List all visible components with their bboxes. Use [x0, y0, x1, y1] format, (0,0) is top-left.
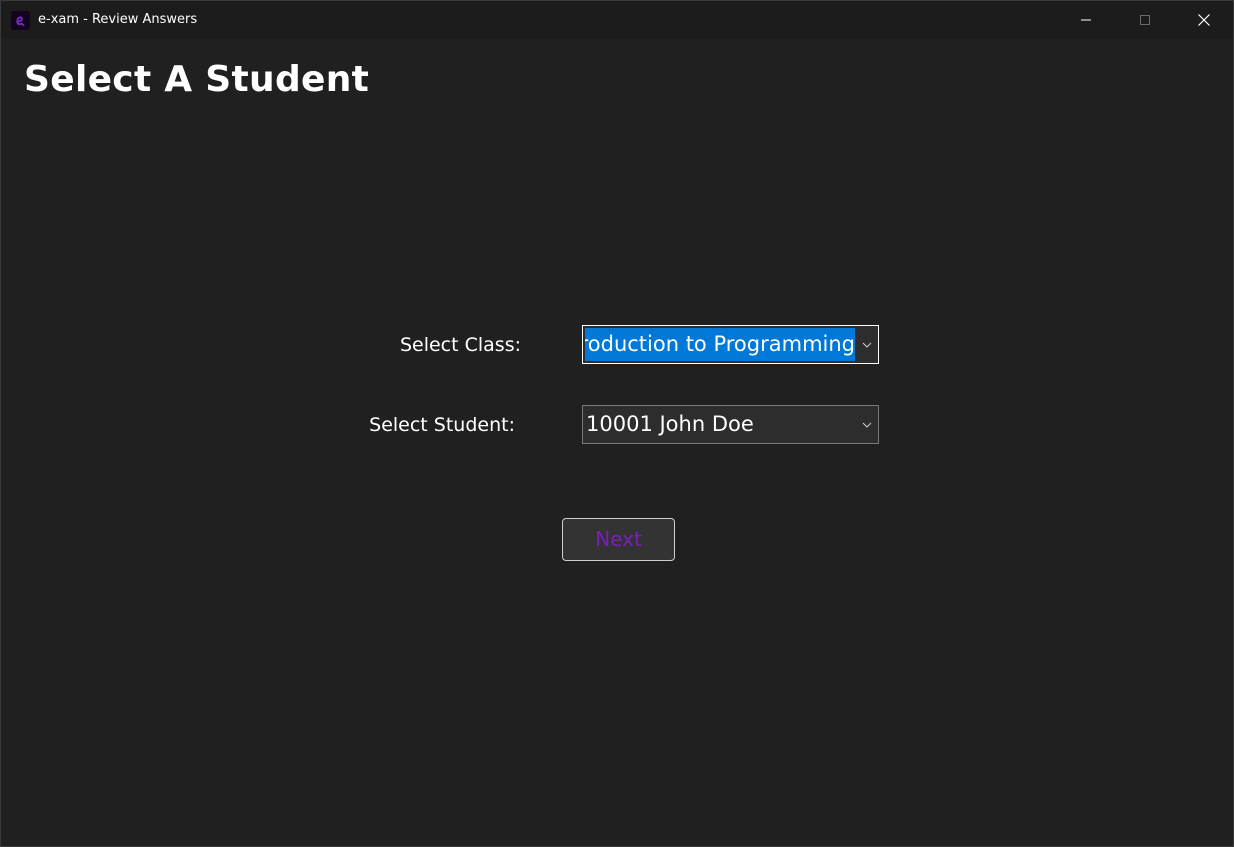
page-title: Select A Student — [24, 59, 370, 100]
class-select-dropdown-button[interactable] — [856, 326, 878, 363]
student-select-value: 10001 John Doe — [586, 412, 754, 436]
chevron-down-icon — [862, 342, 872, 348]
student-select-value-area: 10001 John Doe — [585, 408, 855, 441]
class-select[interactable]: roduction to Programming — [582, 325, 879, 364]
app-window: e-xam - Review Answers Select A Student … — [0, 0, 1234, 847]
select-class-label: Select Class: — [399, 334, 521, 356]
close-button[interactable] — [1175, 1, 1233, 39]
close-icon — [1198, 14, 1210, 26]
minimize-button[interactable] — [1057, 1, 1115, 39]
window-title: e-xam - Review Answers — [38, 12, 198, 27]
student-select-dropdown-button[interactable] — [856, 406, 878, 443]
maximize-button[interactable] — [1116, 1, 1174, 39]
select-student-label: Select Student: — [369, 414, 515, 436]
student-select[interactable]: 10001 John Doe — [582, 405, 879, 444]
class-select-value: roduction to Programming — [585, 328, 855, 361]
minimize-icon — [1081, 19, 1091, 21]
title-bar[interactable]: e-xam - Review Answers — [1, 1, 1233, 39]
e-xam-logo-icon — [11, 11, 30, 30]
chevron-down-icon — [862, 422, 872, 428]
class-select-value-area: roduction to Programming — [585, 328, 855, 361]
maximize-icon — [1140, 15, 1150, 25]
next-button[interactable]: Next — [562, 518, 675, 561]
